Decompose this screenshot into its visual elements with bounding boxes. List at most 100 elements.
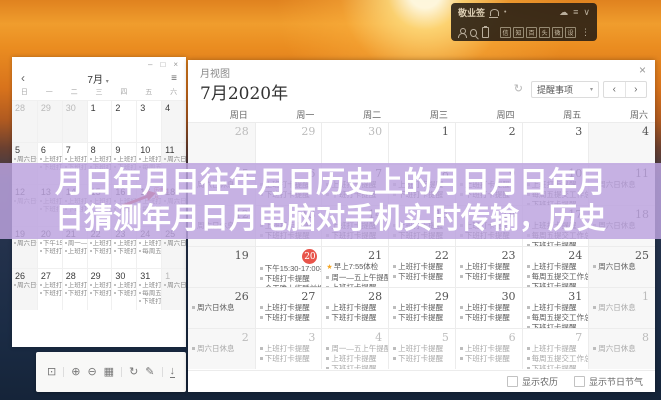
reminder-entry[interactable]: 下班打卡提醒 [389, 272, 455, 282]
day-cell[interactable]: 22上班打卡提醒下班打卡提醒 [388, 246, 455, 287]
reminder-entry[interactable]: 上班打卡提醒 [523, 262, 589, 272]
reminder-entry[interactable]: 上班打卡.. [63, 282, 87, 290]
reminder-entry[interactable]: 下班打卡提醒 [256, 274, 322, 284]
checkbox-icon[interactable] [507, 376, 518, 387]
reminder-entry[interactable]: 上班打卡.. [137, 282, 161, 290]
day-cell[interactable]: 31上班打卡..每周五提..下班打卡.. [136, 268, 161, 310]
day-cell[interactable]: 30上班打卡提醒下班打卡提醒 [455, 287, 522, 328]
reminder-entry[interactable]: 上班打卡提醒 [523, 344, 589, 354]
reminder-entry[interactable]: 上班打卡提醒 [456, 303, 522, 313]
quick-app-icon[interactable]: 百 [526, 27, 537, 38]
reminder-entry[interactable]: 下班打卡.. [38, 248, 62, 256]
reminder-entry[interactable]: 周一—五上午提醒 [322, 273, 388, 283]
day-cell[interactable]: 2 [111, 100, 136, 142]
day-cell[interactable]: 1周六日休.. [161, 268, 186, 310]
reminder-entry[interactable]: 周六日休息 [589, 344, 655, 354]
day-cell[interactable]: 29上班打卡提醒下班打卡提醒 [388, 287, 455, 328]
search-icon[interactable] [470, 29, 477, 37]
reminder-entry[interactable]: ★早上7:55体检 [322, 262, 388, 273]
day-cell[interactable]: 3上班打卡提醒下班打卡提醒 [255, 328, 322, 369]
reminder-entry[interactable]: 上班打卡提醒 [256, 303, 322, 313]
reminder-entry[interactable]: 下午15:3.. [38, 240, 62, 248]
reminder-entry[interactable]: 上班打卡.. [112, 282, 136, 290]
quick-app-icon[interactable]: 设 [565, 27, 576, 38]
day-cell[interactable]: 1 [388, 123, 455, 164]
day-cell[interactable]: 4 [588, 123, 655, 164]
reminder-entry[interactable]: 每周五提.. [137, 248, 161, 256]
day-cell[interactable]: 28上班打卡..下班打卡.. [62, 268, 87, 310]
bell-icon[interactable] [490, 9, 499, 16]
next-month-button[interactable]: › [626, 82, 647, 97]
hamburger-menu-icon[interactable]: ≡ [171, 73, 177, 84]
day-cell[interactable]: 4周一—五上午提醒上班打卡提醒下班打卡提醒 [321, 328, 388, 369]
day-cell[interactable]: 1周六日休息 [588, 287, 655, 328]
day-cell[interactable]: 5上班打卡提醒下班打卡提醒 [388, 328, 455, 369]
reminder-entry[interactable]: 下班打卡提醒 [322, 364, 388, 369]
reminder-entry[interactable]: 上班打卡.. [38, 282, 62, 290]
pin-to-desktop-icon[interactable]: ⊡ [47, 367, 56, 378]
reminder-entry[interactable]: 下班打卡提醒 [322, 313, 388, 323]
day-cell[interactable]: 25周六日休息 [588, 246, 655, 287]
reminder-entry[interactable]: 上班打卡.. [137, 240, 161, 248]
day-cell[interactable]: 26周六日休.. [12, 268, 37, 310]
refresh-icon[interactable]: ↻ [514, 84, 523, 95]
reminder-entry[interactable]: 上班打卡.. [88, 282, 112, 290]
reminder-entry[interactable]: 上班打卡提醒 [456, 262, 522, 272]
reminder-entry[interactable]: 上班打卡.. [63, 248, 87, 256]
reminder-entry[interactable]: 周六日休息 [589, 303, 655, 313]
day-cell[interactable]: 24上班打卡提醒每周五提交工作总结下班打卡提醒 [522, 246, 589, 287]
cloud-sync-icon[interactable]: ☁ [559, 8, 568, 17]
filter-dropdown[interactable]: 提醒事项 ▾ [531, 81, 599, 98]
day-cell[interactable]: 30 [62, 100, 87, 142]
reminder-entry[interactable]: 下班打卡提醒 [456, 354, 522, 364]
reminder-entry[interactable]: 周六日休息 [188, 303, 255, 313]
day-cell[interactable]: 4 [161, 100, 186, 142]
day-cell[interactable]: 29 [255, 123, 322, 164]
lunar-option[interactable]: 显示农历 [507, 375, 558, 388]
reminder-entry[interactable]: 下班打卡提醒 [389, 313, 455, 323]
day-cell[interactable]: 2周六日休息 [188, 328, 255, 369]
menu-icon[interactable]: ≡ [573, 8, 578, 17]
reminder-entry[interactable]: 下班打卡.. [38, 290, 62, 298]
mini-month-title[interactable]: 7月 [87, 75, 103, 86]
day-cell[interactable]: 21★早上7:55体检周一—五上午提醒上班打卡提醒 [321, 246, 388, 287]
day-cell[interactable]: 28上班打卡提醒下班打卡提醒 [321, 287, 388, 328]
reminder-entry[interactable]: 周六日休.. [162, 240, 186, 248]
reminder-entry[interactable]: 下班打卡提醒 [256, 354, 322, 364]
reminder-entry[interactable]: 周六日休息 [188, 344, 255, 354]
more-icon[interactable]: ⋮ [581, 28, 590, 37]
day-cell[interactable]: 23上班打卡提醒下班打卡提醒 [455, 246, 522, 287]
reminder-entry[interactable]: 下班打卡提醒 [523, 364, 589, 369]
day-cell[interactable]: 27上班打卡..下班打卡.. [37, 268, 62, 310]
reminder-entry[interactable]: 上班打卡提醒 [322, 354, 388, 364]
clipboard-icon[interactable] [482, 27, 489, 38]
day-cell[interactable]: 6上班打卡提醒下班打卡提醒 [455, 328, 522, 369]
collapse-icon[interactable]: ∨ [583, 8, 590, 17]
reminder-entry[interactable]: 下班打卡提醒 [389, 354, 455, 364]
quick-app-icon[interactable]: 知 [513, 27, 524, 38]
reminder-entry[interactable]: 每周五提交工作总结 [523, 313, 589, 323]
reminder-entry[interactable]: 下班打卡.. [88, 290, 112, 298]
zoom-in-icon[interactable]: ⊕ [71, 367, 80, 378]
reminder-entry[interactable]: 下班打卡.. [112, 248, 136, 256]
reminder-entry[interactable]: 下班打卡.. [137, 298, 161, 306]
reminder-entry[interactable]: 周六日休.. [12, 282, 37, 290]
zoom-out-icon[interactable]: ⊖ [87, 367, 96, 378]
day-cell[interactable]: 26周六日休息 [188, 287, 255, 328]
day-cell[interactable]: 31上班打卡提醒每周五提交工作总结下班打卡提醒 [522, 287, 589, 328]
reminder-entry[interactable]: 上班打卡提醒 [322, 303, 388, 313]
reminder-entry[interactable]: 上班打卡提醒 [389, 262, 455, 272]
reminder-entry[interactable]: 下班打卡提醒 [456, 313, 522, 323]
refresh-icon[interactable]: ↻ [129, 367, 138, 378]
day-cell[interactable]: 29 [37, 100, 62, 142]
reminder-entry[interactable]: 下班打卡提醒 [456, 272, 522, 282]
checkbox-icon[interactable] [574, 376, 585, 387]
reminder-entry[interactable]: 上班打卡提醒 [456, 344, 522, 354]
reminder-entry[interactable]: 周六日休.. [162, 282, 186, 290]
day-cell[interactable]: 30上班打卡..下班打卡.. [111, 268, 136, 310]
reminder-entry[interactable]: 每周五提交工作总结 [523, 272, 589, 282]
quick-app-icon[interactable]: 信 [500, 27, 511, 38]
day-cell[interactable]: 3 [136, 100, 161, 142]
reminder-entry[interactable]: 上班打卡.. [112, 240, 136, 248]
reminder-entry[interactable]: 上班打卡.. [88, 240, 112, 248]
